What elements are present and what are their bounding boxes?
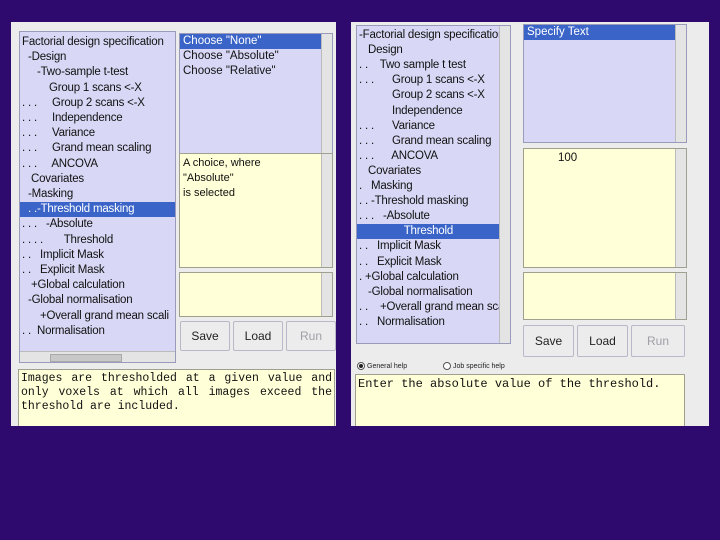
- left-load-button[interactable]: Load: [233, 321, 283, 351]
- tree-item[interactable]: +Overall grand mean scali: [20, 309, 175, 324]
- tree-item[interactable]: . . . Grand mean scaling: [357, 134, 510, 149]
- info-line: "Absolute": [183, 172, 234, 184]
- tree-item[interactable]: -Global normalisation: [357, 285, 510, 300]
- tree-item[interactable]: . . Implicit Mask: [20, 248, 175, 263]
- tree-item[interactable]: . . Normalisation: [357, 315, 510, 330]
- choice-item[interactable]: Specify Text: [524, 25, 686, 40]
- tree-item[interactable]: -Factorial design specification: [357, 28, 510, 43]
- tree-item[interactable]: . . . Variance: [20, 126, 175, 141]
- tree-item[interactable]: Independence: [357, 104, 510, 119]
- tree-item[interactable]: . .-Threshold masking: [20, 202, 175, 218]
- tree-item[interactable]: . Masking: [357, 179, 510, 194]
- tree-item[interactable]: . . . . Threshold: [20, 233, 175, 248]
- tree-item[interactable]: Covariates: [20, 172, 175, 187]
- tree-item[interactable]: . . . ANCOVA: [20, 157, 175, 172]
- tree-item[interactable]: Factorial design specification: [20, 35, 175, 50]
- right-save-button[interactable]: Save: [523, 325, 574, 357]
- left-info-box: A choice, where "Absolute" is selected: [179, 153, 333, 268]
- right-help-text: Enter the absolute value of the threshol…: [358, 377, 661, 391]
- info-line: is selected: [183, 187, 235, 199]
- tree-item[interactable]: . . . Grand mean scaling: [20, 141, 175, 156]
- left-run-button[interactable]: Run: [286, 321, 336, 351]
- right-tree-panel[interactable]: -Factorial design specification Design. …: [356, 25, 511, 344]
- tree-item[interactable]: . . Explicit Mask: [357, 255, 510, 270]
- tree-item[interactable]: . . Two sample t test: [357, 58, 510, 73]
- left-choice-list[interactable]: Choose "None" Choose "Absolute" Choose "Re…: [179, 33, 333, 155]
- tree-item[interactable]: . . . ANCOVA: [357, 149, 510, 164]
- right-tree-vscroll[interactable]: [499, 26, 510, 343]
- tree-item[interactable]: . . -Threshold masking: [357, 194, 510, 209]
- tree-item[interactable]: . . . Variance: [357, 119, 510, 134]
- right-spm-window: -Factorial design specification Design. …: [351, 22, 709, 426]
- info-line: A choice, where: [183, 157, 261, 169]
- tree-item[interactable]: -Masking: [20, 187, 175, 202]
- choice-item[interactable]: Choose "Absolute": [180, 49, 332, 64]
- tree-item[interactable]: . . . Group 1 scans <-X: [357, 73, 510, 88]
- tree-item[interactable]: . . +Overall grand mean scali: [357, 300, 510, 315]
- left-choice-vscroll[interactable]: [321, 34, 332, 154]
- general-help-radio-icon[interactable]: [357, 362, 365, 370]
- left-spm-window: Factorial design specification -Design -…: [11, 22, 336, 426]
- help-mode-general[interactable]: General help: [357, 362, 407, 370]
- tree-item[interactable]: . . Normalisation: [20, 324, 175, 339]
- tree-item[interactable]: Group 2 scans <-X: [357, 88, 510, 103]
- job-help-radio-icon[interactable]: [443, 362, 451, 370]
- tree-item[interactable]: Group 1 scans <-X: [20, 81, 175, 96]
- left-edit-box[interactable]: [179, 272, 333, 317]
- tree-item[interactable]: . . . -Absolute: [357, 209, 510, 224]
- tree-item[interactable]: Covariates: [357, 164, 510, 179]
- right-value-box[interactable]: 100: [523, 148, 687, 268]
- tree-item[interactable]: . +Global calculation: [357, 270, 510, 285]
- tree-item[interactable]: +Global calculation: [20, 278, 175, 293]
- tree-item[interactable]: Threshold: [357, 224, 510, 240]
- general-help-label: General help: [367, 362, 408, 370]
- tree-item[interactable]: . . . Group 2 scans <-X: [20, 96, 175, 111]
- threshold-value: 100: [558, 152, 578, 164]
- help-mode-job[interactable]: Job specific help: [443, 362, 505, 370]
- right-choice-list[interactable]: Specify Text: [523, 24, 687, 143]
- tree-item[interactable]: Design: [357, 43, 510, 58]
- right-help-panel: Enter the absolute value of the threshol…: [355, 374, 685, 426]
- left-tree-panel[interactable]: Factorial design specification -Design -…: [19, 31, 176, 363]
- tree-item[interactable]: . . . -Absolute: [20, 217, 175, 232]
- left-help-panel: Images are thresholded at a given value …: [18, 369, 335, 426]
- tree-item[interactable]: -Design: [20, 50, 175, 65]
- right-edit-box[interactable]: [523, 272, 687, 320]
- tree-item[interactable]: -Two-sample t-test: [20, 65, 175, 80]
- tree-item[interactable]: -Global normalisation: [20, 293, 175, 308]
- right-load-button[interactable]: Load: [577, 325, 628, 357]
- tree-item[interactable]: . . Implicit Mask: [357, 239, 510, 254]
- choice-item[interactable]: Choose "Relative": [180, 64, 332, 79]
- choice-item[interactable]: Choose "None": [180, 34, 332, 49]
- left-save-button[interactable]: Save: [180, 321, 230, 351]
- job-help-label: Job specific help: [453, 362, 505, 370]
- tree-item[interactable]: . . Explicit Mask: [20, 263, 175, 278]
- tree-item[interactable]: . . . Independence: [20, 111, 175, 126]
- left-tree-hscroll[interactable]: [20, 351, 175, 362]
- right-choice-vscroll[interactable]: [675, 25, 686, 142]
- right-run-button[interactable]: Run: [631, 325, 685, 357]
- left-help-text: Images are thresholded at a given value …: [21, 372, 332, 413]
